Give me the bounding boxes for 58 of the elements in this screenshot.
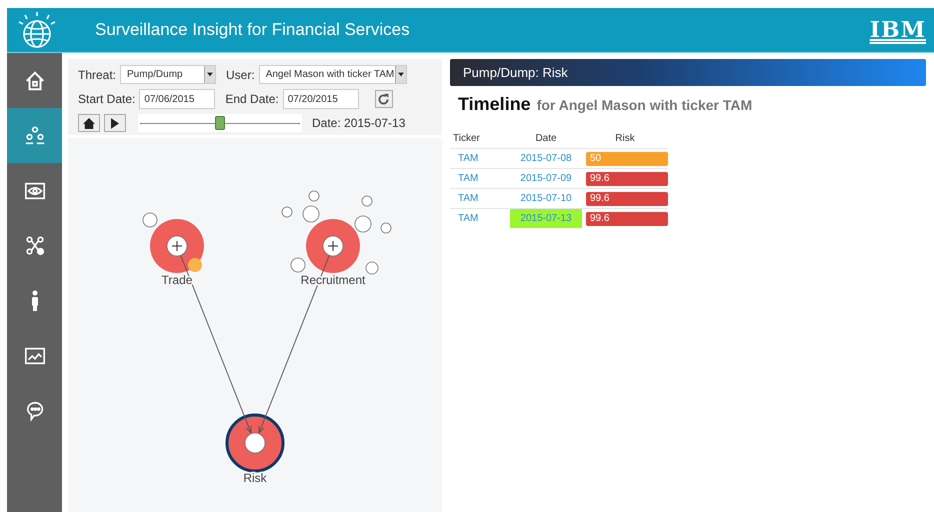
small-node[interactable] [308,190,320,202]
people-icon [24,124,46,146]
ticker-link[interactable]: TAM [458,173,478,184]
date-cell[interactable]: 2015-07-09 [510,168,582,188]
small-node[interactable] [380,222,392,234]
end-date-field[interactable]: 07/20/2015 [282,89,359,109]
node-label: Risk [243,471,267,485]
timeline-heading: Timeline [458,94,531,115]
risk-bar: 99.6 [586,192,668,206]
caret-icon [394,66,406,83]
home-icon [24,70,46,92]
small-node[interactable] [362,196,372,206]
user-dropdown[interactable]: Angel Mason with ticker TAM [258,65,407,84]
sidebar-item[interactable] [7,108,62,163]
home-button[interactable] [78,114,100,132]
date-slider[interactable] [138,114,302,132]
column-header: Risk [582,131,668,148]
current-date: Date: 2015-07-13 [312,116,406,130]
caret-icon [204,66,216,83]
small-node[interactable] [354,216,372,232]
column-header: Date [510,131,582,148]
globe-logo-icon [17,10,57,50]
risk-bar: 50 [586,152,668,166]
date-cell[interactable]: 2015-07-13 [510,208,582,228]
end-date-label: End Date: [225,92,279,106]
person-icon [30,290,38,312]
refresh-icon [377,92,390,106]
play-button[interactable] [104,114,126,132]
ticker-link[interactable]: TAM [458,213,478,224]
user-label: User: [226,68,255,82]
slider-thumb[interactable] [215,116,225,130]
panel-title: Pump/Dump: Risk [463,65,568,80]
play-icon [111,118,119,128]
small-node[interactable] [142,212,158,228]
small-node[interactable] [282,206,292,218]
start-date-label: Start Date: [78,92,136,106]
network-icon [24,234,46,256]
target-node[interactable] [226,414,284,472]
home-icon [83,118,95,128]
threat-dropdown[interactable]: Pump/Dump [120,65,216,84]
timeline-subheading: for Angel Mason with ticker TAM [536,97,752,113]
ticker-link[interactable]: TAM [458,153,478,164]
risk-bar: 99.6 [586,172,668,186]
risk-bar: 99.6 [586,212,668,226]
brand-logo: IBM [870,17,926,43]
date-cell[interactable]: 2015-07-08 [510,148,582,168]
small-node[interactable] [366,262,378,274]
graph-node[interactable] [306,219,360,273]
alert-dot [188,258,202,272]
small-node[interactable] [290,258,306,272]
app-title: Surveillance Insight for Financial Services [95,20,411,40]
small-node[interactable] [302,206,320,222]
start-date-field[interactable]: 07/06/2015 [139,89,216,109]
ticker-link[interactable]: TAM [458,193,478,204]
refresh-button[interactable] [374,90,393,108]
threat-label: Threat: [78,68,116,82]
graph-node[interactable] [150,219,204,273]
column-header: Ticker [450,131,510,148]
